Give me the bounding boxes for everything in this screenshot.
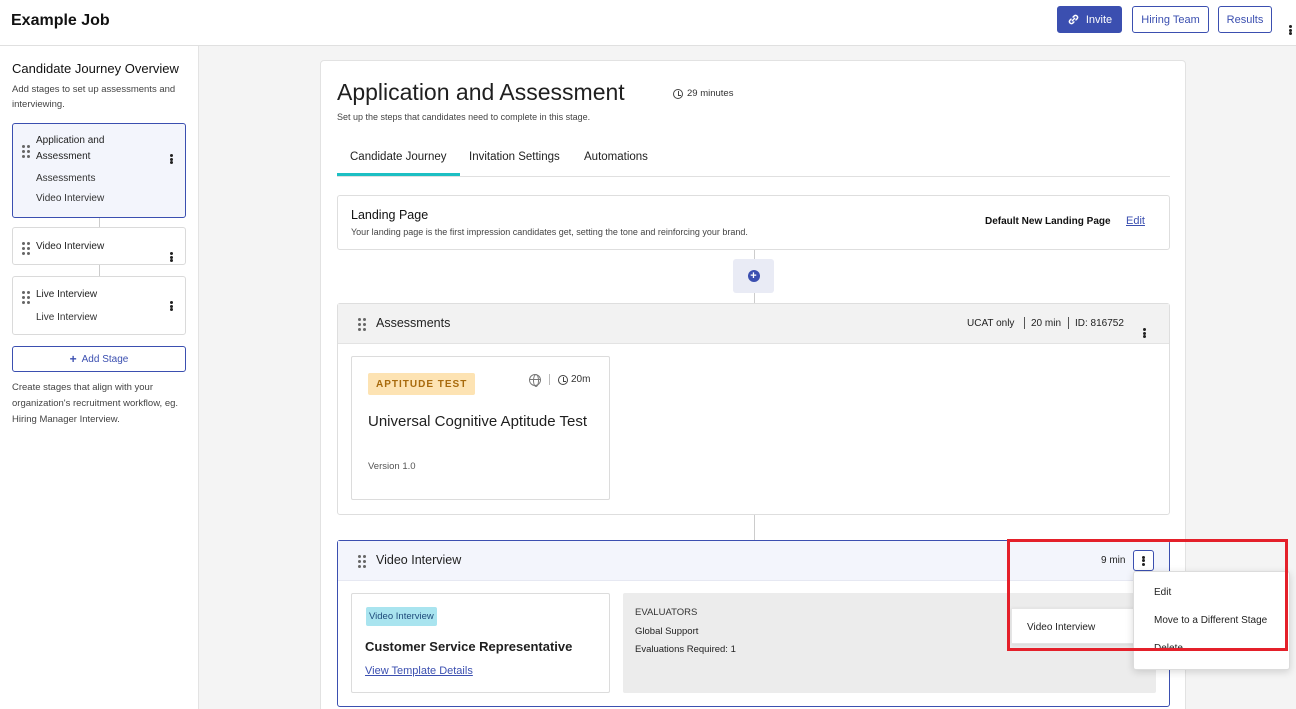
assessment-duration: 20 min: [1031, 318, 1062, 329]
template-name: Customer Service Representative: [365, 639, 573, 654]
sidebar-stage-live-interview[interactable]: Live Interview Live Interview: [12, 276, 186, 335]
test-name: Universal Cognitive Aptitude Test: [368, 413, 588, 430]
globe-icon: [529, 374, 541, 387]
test-duration: 20m: [558, 374, 590, 385]
stage-duration-text: 29 minutes: [687, 88, 734, 99]
tab-candidate-journey[interactable]: Candidate Journey: [337, 151, 460, 176]
plus-circle-icon: +: [747, 270, 760, 282]
stage-connector: [99, 265, 100, 276]
sidebar-stage-item: Assessments: [36, 173, 96, 184]
sidebar-title: Candidate Journey Overview: [12, 61, 179, 76]
top-bar: Example Job Invite Hiring Team Results: [0, 0, 1296, 46]
add-stage-button[interactable]: + Add Stage: [12, 346, 186, 372]
video-interview-title: Video Interview: [376, 553, 462, 567]
add-step-button[interactable]: +: [733, 259, 774, 293]
sidebar-stage-video-interview[interactable]: Video Interview: [12, 227, 186, 265]
drag-handle-icon[interactable]: [22, 145, 30, 158]
sidebar-stage-application-and-assessment[interactable]: Application and Assessment Assessments V…: [12, 123, 186, 218]
job-title: Example Job: [11, 12, 110, 29]
page-title: Application and Assessment: [337, 79, 625, 105]
clock-icon: [558, 374, 568, 385]
sidebar-description: Add stages to set up assessments and int…: [12, 84, 176, 110]
sidebar: Candidate Journey Overview Add stages to…: [0, 46, 199, 709]
evaluations-required: Evaluations Required: 1: [635, 644, 736, 655]
tab-automations[interactable]: Automations: [584, 151, 648, 173]
assessment-type: UCAT only: [967, 318, 1015, 329]
sidebar-stage-item: Video Interview: [36, 193, 105, 204]
results-button[interactable]: Results: [1218, 6, 1272, 33]
sidebar-stage-name: Live Interview: [36, 289, 98, 300]
plus-icon: +: [69, 352, 77, 366]
landing-page-title: Landing Page: [351, 208, 429, 222]
assessments-header: Assessments UCAT only 20 min ID: 816752: [338, 304, 1169, 344]
menu-item-move-stage[interactable]: Move to a Different Stage: [1154, 615, 1267, 626]
submenu-panel: Video Interview: [1011, 608, 1141, 644]
video-template-card: Video Interview Customer Service Represe…: [351, 593, 610, 693]
kebab-icon: [1142, 555, 1146, 566]
stage-menu-icon[interactable]: [169, 291, 173, 311]
test-version: Version 1.0: [368, 461, 416, 472]
more-options-icon[interactable]: [1288, 15, 1292, 35]
sidebar-footer-text: Create stages that align with your organ…: [12, 382, 179, 425]
video-interview-badge: Video Interview: [366, 607, 437, 626]
view-template-details-link[interactable]: View Template Details: [365, 665, 473, 677]
aptitude-test-badge: APTITUDE TEST: [368, 373, 476, 395]
clock-icon: [673, 88, 683, 99]
stage-menu-icon[interactable]: [169, 242, 173, 262]
invite-label: Invite: [1085, 13, 1113, 26]
link-icon: [1068, 14, 1079, 25]
video-interview-header: Video Interview 9 min: [338, 541, 1169, 581]
drag-handle-icon[interactable]: [22, 242, 30, 255]
stage-duration: 29 minutes: [673, 88, 733, 99]
video-interview-duration: 9 min: [1101, 555, 1126, 566]
context-menu: Edit Move to a Different Stage Delete: [1133, 571, 1290, 670]
landing-page-edit-link[interactable]: Edit: [1126, 215, 1145, 227]
menu-item-delete[interactable]: Delete: [1154, 643, 1183, 648]
drag-handle-icon[interactable]: [22, 291, 30, 304]
drag-handle-icon[interactable]: [358, 318, 366, 331]
flow-connector: [754, 515, 755, 540]
sidebar-stage-name: Video Interview: [36, 241, 105, 252]
assessment-id: ID: 816752: [1075, 318, 1124, 329]
assessments-menu-icon[interactable]: [1142, 318, 1146, 338]
sidebar-stage-item: Live Interview: [36, 312, 98, 323]
evaluator-group: Global Support: [635, 626, 699, 637]
tab-bar: Candidate Journey Invitation Settings Au…: [337, 145, 1170, 177]
video-interview-menu-button[interactable]: [1133, 550, 1154, 571]
invite-button[interactable]: Invite: [1057, 6, 1122, 33]
assessments-section: Assessments UCAT only 20 min ID: 816752 …: [337, 303, 1170, 515]
landing-page-selected: Default New Landing Page: [985, 216, 1111, 227]
add-stage-label: Add Stage: [81, 353, 129, 365]
divider: [549, 374, 550, 385]
landing-page-section: Landing Page Your landing page is the fi…: [337, 195, 1170, 250]
divider: [1068, 317, 1069, 329]
landing-page-description: Your landing page is the first impressio…: [351, 227, 748, 237]
divider: [1024, 317, 1025, 329]
evaluators-heading: EVALUATORS: [635, 607, 698, 618]
test-card[interactable]: APTITUDE TEST 20m Universal Cognitive Ap…: [351, 356, 610, 500]
stage-connector: [99, 218, 100, 227]
test-duration-text: 20m: [571, 374, 591, 385]
page-subtitle: Set up the steps that candidates need to…: [337, 112, 591, 122]
drag-handle-icon[interactable]: [358, 555, 366, 568]
submenu-item-video-interview[interactable]: Video Interview: [1027, 622, 1095, 633]
stage-menu-icon[interactable]: [169, 144, 173, 164]
tab-invitation-settings[interactable]: Invitation Settings: [469, 151, 560, 173]
hiring-team-button[interactable]: Hiring Team: [1132, 6, 1209, 33]
sidebar-stage-name: Application and Assessment: [36, 135, 105, 162]
assessments-title: Assessments: [376, 316, 451, 330]
menu-item-edit[interactable]: Edit: [1154, 587, 1171, 598]
